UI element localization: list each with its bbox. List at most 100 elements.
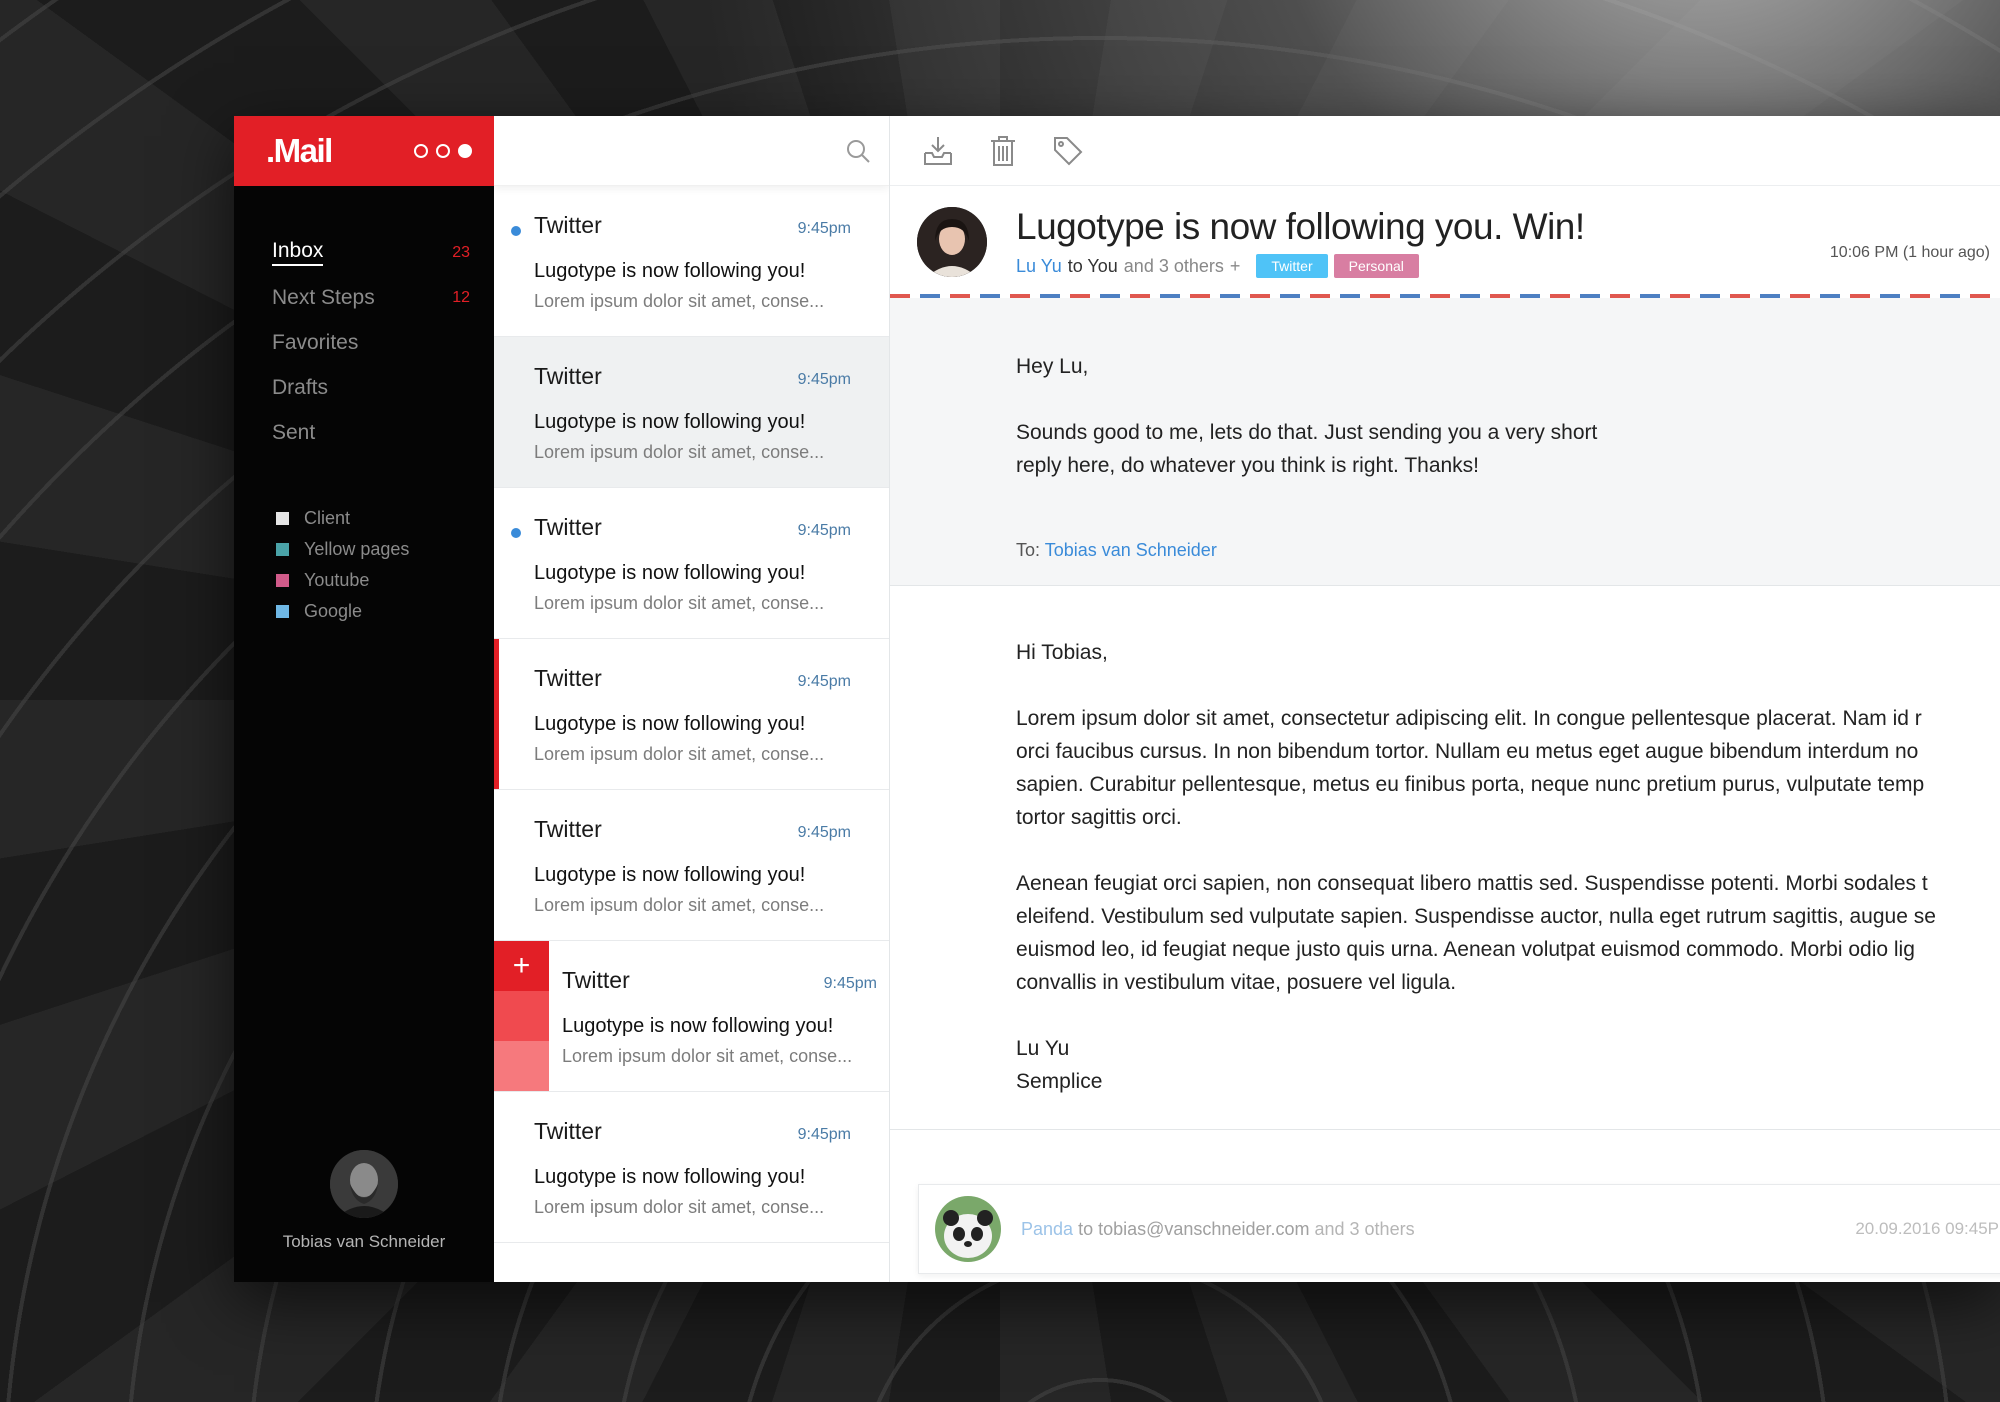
unread-dot	[511, 226, 521, 236]
label-item-youtube[interactable]: Youtube	[276, 565, 494, 596]
others-text[interactable]: and 3 others	[1124, 256, 1224, 277]
label-item-client[interactable]: Client	[276, 503, 494, 534]
thread-recipient: to tobias@vanschneider.com	[1078, 1218, 1310, 1239]
message-item[interactable]: Twitter 9:45pm Lugotype is now following …	[494, 790, 889, 941]
add-recipient-button[interactable]: +	[1230, 256, 1241, 277]
message-time: 9:45pm	[797, 824, 851, 841]
signature-company: Semplice	[1016, 1070, 1103, 1093]
message-header: Lugotype is now following you. Win! Lu Y…	[890, 186, 2000, 294]
reading-pane: Lugotype is now following you. Win! Lu Y…	[890, 116, 2000, 1282]
message-preview: Lorem ipsum dolor sit amet, conse...	[534, 442, 825, 462]
message-item[interactable]: Twitter 9:45pm Lugotype is now following …	[494, 1092, 889, 1243]
label-color-swatch	[276, 543, 289, 556]
window-dot-2[interactable]	[436, 144, 450, 158]
search-icon[interactable]	[845, 138, 871, 164]
message-timestamp: 10:06 PM (1 hour ago)	[1829, 244, 1990, 261]
message-time: 9:45pm	[797, 1126, 851, 1143]
nav-item-next-steps[interactable]: Next Steps 12	[234, 275, 494, 320]
message-item-swiped[interactable]: + Twitter 9:45pm Lugotype is now followin…	[494, 941, 889, 1092]
message-item-flagged[interactable]: Twitter 9:45pm Lugotype is now following …	[494, 639, 889, 790]
quoted-line: reply here, do whatever you think is rig…	[1016, 454, 1480, 477]
sender-link[interactable]: Lu Yu	[1016, 256, 1062, 277]
quoted-reply: Hey Lu, Sounds good to me, lets do that.…	[890, 298, 2000, 586]
message-sender: Twitter	[534, 665, 602, 691]
label-list: Client Yellow pages Youtube Google	[234, 455, 494, 627]
brand-bar: .Mail	[234, 116, 494, 186]
nav-item-inbox[interactable]: Inbox 23	[234, 230, 494, 275]
message-time: 9:45pm	[797, 522, 851, 539]
message-subject: Lugotype is now following you!	[534, 411, 806, 433]
swipe-action-3[interactable]	[494, 1041, 549, 1091]
thread-collapsed-message[interactable]: Panda to tobias@vanschneider.com and 3 o…	[918, 1184, 2000, 1274]
body-greeting: Hi Tobias,	[1016, 641, 1108, 664]
user-name: Tobias van Schneider	[282, 1232, 446, 1251]
tag-twitter[interactable]: Twitter	[1256, 254, 1328, 278]
window-dots[interactable]	[414, 144, 472, 158]
message-list: Twitter 9:45pm Lugotype is now following …	[494, 116, 890, 1282]
message-item[interactable]: Twitter 9:45pm Lugotype is now following …	[494, 488, 889, 639]
label-text: Google	[304, 601, 363, 621]
unread-count: 23	[452, 243, 470, 261]
label-item-google[interactable]: Google	[276, 596, 494, 627]
nav-item-sent[interactable]: Sent	[234, 410, 494, 455]
tag-icon[interactable]	[1050, 133, 1085, 168]
message-preview: Lorem ipsum dolor sit amet, conse...	[534, 593, 825, 613]
nav-label: Sent	[272, 420, 316, 444]
mail-app-window: .Mail Inbox 23 Next Steps 12 Favorites D…	[234, 116, 2000, 1282]
message-preview: Lorem ipsum dolor sit amet, conse...	[534, 895, 825, 915]
user-avatar[interactable]	[330, 1150, 398, 1218]
swipe-add-button[interactable]: +	[494, 941, 549, 991]
swipe-actions: +	[494, 941, 549, 1091]
recipient-text: to You	[1067, 255, 1118, 276]
nav-item-drafts[interactable]: Drafts	[234, 365, 494, 410]
body-line: tortor sagittis orci.	[1016, 806, 1182, 829]
archive-icon[interactable]	[920, 133, 955, 168]
message-sender: Twitter	[534, 816, 602, 842]
nav-label: Drafts	[272, 375, 329, 399]
label-item-yellow-pages[interactable]: Yellow pages	[276, 534, 494, 565]
label-color-swatch	[276, 574, 289, 587]
message-preview: Lorem ipsum dolor sit amet, conse...	[534, 291, 825, 311]
message-item-selected[interactable]: Twitter 9:45pm Lugotype is now following …	[494, 337, 889, 488]
unread-dot	[511, 528, 521, 538]
nav-label: Next Steps	[272, 285, 375, 309]
body-line: convallis in vestibulum vitae, posuere v…	[1016, 971, 1457, 994]
label-color-swatch	[276, 512, 289, 525]
message-subject-title: Lugotype is now following you. Win!	[1016, 206, 1585, 247]
body-line: orci faucibus cursus. In non bibendum to…	[1016, 740, 1919, 763]
thread-sender-link[interactable]: Panda	[1021, 1219, 1073, 1239]
body-line: sapien. Curabitur pellentesque, metus eu…	[1016, 773, 1925, 796]
search-bar[interactable]	[494, 116, 889, 186]
sender-avatar[interactable]	[917, 207, 987, 277]
label-text: Yellow pages	[304, 539, 410, 559]
message-sender: Twitter	[534, 363, 602, 389]
window-dot-1[interactable]	[414, 144, 428, 158]
label-text: Youtube	[304, 570, 370, 590]
quoted-greeting: Hey Lu,	[1016, 355, 1089, 378]
thread-meta: Panda to tobias@vanschneider.com and 3 o…	[1021, 1219, 1415, 1240]
message-time: 9:45pm	[823, 975, 877, 992]
to-recipient-link[interactable]: Tobias van Schneider	[1045, 540, 1217, 560]
nav-label: Inbox	[272, 239, 324, 266]
user-profile[interactable]: Tobias van Schneider	[234, 1150, 494, 1252]
message-body: Hi Tobias, Lorem ipsum dolor sit amet, c…	[890, 586, 2000, 1130]
message-sender: Twitter	[534, 1118, 602, 1144]
message-sender: Twitter	[534, 514, 602, 540]
body-line: Lorem ipsum dolor sit amet, consectetur …	[1016, 707, 1922, 730]
body-line: Aenean feugiat orci sapien, non consequa…	[1016, 872, 1928, 895]
thread-others: and 3 others	[1314, 1218, 1415, 1239]
thread-date: 20.09.2016 09:45P	[1855, 1219, 1999, 1238]
nav-item-favorites[interactable]: Favorites	[234, 320, 494, 365]
window-dot-3[interactable]	[458, 144, 472, 158]
message-time: 9:45pm	[797, 220, 851, 237]
body-line: eleifend. Vestibulum sed vulputate sapie…	[1016, 905, 1936, 928]
panda-avatar[interactable]	[935, 1196, 1001, 1262]
swipe-action-2[interactable]	[494, 991, 549, 1041]
trash-icon[interactable]	[985, 133, 1020, 168]
message-item[interactable]: Twitter 9:45pm Lugotype is now following …	[494, 186, 889, 337]
reader-toolbar	[890, 116, 2000, 186]
tag-personal[interactable]: Personal	[1333, 254, 1419, 278]
quoted-line: Sounds good to me, lets do that. Just se…	[1016, 421, 1598, 444]
unread-count: 12	[452, 288, 470, 306]
message-subject: Lugotype is now following you!	[534, 260, 806, 282]
